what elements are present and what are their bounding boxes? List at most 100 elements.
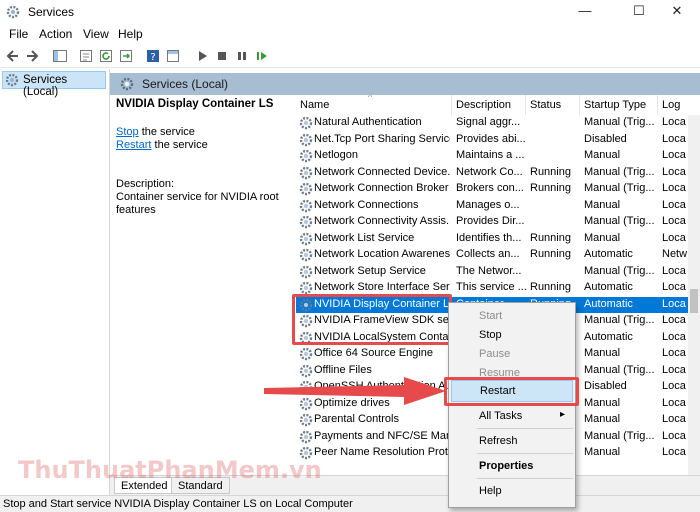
service-startup-cell: Manual (Trig... xyxy=(584,182,655,194)
service-name-cell: Parental Controls xyxy=(314,413,399,425)
context-menu-properties[interactable]: Properties xyxy=(451,456,573,478)
vertical-scrollbar[interactable] xyxy=(688,115,700,475)
column-header-description[interactable]: Description xyxy=(452,95,526,115)
menu-separator xyxy=(477,478,573,479)
stop-line: Stop the service xyxy=(116,126,195,138)
service-startup-cell: Manual (Trig... xyxy=(584,264,655,277)
scrollbar-thumb[interactable] xyxy=(690,289,698,313)
stop-service-link[interactable]: Stop xyxy=(116,126,139,138)
service-startup-cell: Manual xyxy=(584,149,621,161)
service-gear-icon xyxy=(299,215,313,229)
menu-separator xyxy=(477,453,573,454)
properties-icon[interactable] xyxy=(78,48,94,64)
submenu-arrow-icon: ▸ xyxy=(559,409,565,420)
service-name-cell: Network Location Awareness xyxy=(314,248,450,260)
service-gear-icon xyxy=(299,116,313,130)
service-row[interactable]: Network Connected Device... Network Co...… xyxy=(296,165,688,182)
start-service-icon[interactable] xyxy=(194,48,210,64)
service-startup-cell: Manual xyxy=(584,446,621,458)
restart-service-icon[interactable] xyxy=(254,48,270,64)
service-name-cell: Network List Service xyxy=(314,231,415,244)
service-name-cell: Offline Files xyxy=(314,363,372,376)
service-name-cell: Network Connectivity Assis... xyxy=(314,215,450,227)
refresh-icon[interactable] xyxy=(98,48,114,64)
context-menu-help[interactable]: Help xyxy=(451,481,573,503)
close-button[interactable]: ✕ xyxy=(654,0,700,24)
selected-service-name: NVIDIA Display Container LS xyxy=(116,98,274,110)
service-row[interactable]: Net.Tcp Port Sharing Service Provides abi… xyxy=(296,132,688,149)
description-text-line-2: features xyxy=(116,204,156,216)
status-text: Stop and Start service NVIDIA Display Co… xyxy=(3,498,353,510)
service-row[interactable]: Network List Service Identifies th... Runn… xyxy=(296,231,688,248)
context-menu-refresh[interactable]: Refresh xyxy=(451,431,573,453)
menu-action[interactable]: Action xyxy=(39,27,72,41)
service-gear-icon xyxy=(299,413,313,427)
main-pane: Services (Local) NVIDIA Display Containe… xyxy=(110,69,700,495)
window-title: Services xyxy=(28,5,75,19)
nvidia-services-highlight xyxy=(292,294,452,345)
service-status-cell: Running xyxy=(530,182,571,194)
service-desc-cell: Manages o... xyxy=(456,198,520,211)
status-bar: Stop and Start service NVIDIA Display Co… xyxy=(0,495,700,512)
menu-file[interactable]: File xyxy=(9,27,28,41)
service-row[interactable]: Network Connectivity Assis... Provides Di… xyxy=(296,214,688,231)
restart-highlight xyxy=(444,377,579,406)
services-gear-icon xyxy=(6,5,20,19)
service-startup-cell: Manual xyxy=(584,198,621,211)
service-gear-icon xyxy=(299,232,313,246)
stop-service-icon[interactable] xyxy=(214,48,230,64)
service-startup-cell: Manual xyxy=(584,413,621,425)
service-gear-icon xyxy=(299,430,313,444)
column-header-name[interactable]: ^ Name xyxy=(296,95,452,115)
service-desc-cell: Network Co... xyxy=(456,165,523,178)
view-icon[interactable] xyxy=(165,48,181,64)
service-gear-icon xyxy=(299,248,313,262)
menu-view[interactable]: View xyxy=(83,27,109,41)
service-row[interactable]: Network Location Awareness Collects an...… xyxy=(296,247,688,264)
context-menu-all-tasks[interactable]: All Tasks ▸ xyxy=(451,406,573,428)
sort-ascending-icon: ^ xyxy=(368,95,373,102)
show-hide-tree-icon[interactable] xyxy=(52,48,68,64)
column-header-startup-type[interactable]: Startup Type xyxy=(580,95,658,115)
restart-service-link[interactable]: Restart xyxy=(116,139,151,151)
service-startup-cell: Manual (Trig... xyxy=(584,363,655,376)
column-header-status[interactable]: Status xyxy=(526,95,580,115)
service-name-cell: Network Connected Device... xyxy=(314,165,450,178)
service-status-cell: Running xyxy=(530,165,571,178)
service-desc-cell: Brokers con... xyxy=(456,182,524,194)
service-name-cell: Network Connection Broker xyxy=(314,182,449,194)
column-header-label: Name xyxy=(300,99,330,111)
all-tasks-label: All Tasks xyxy=(479,410,523,422)
service-status-cell: Running xyxy=(530,248,571,260)
service-startup-cell: Automatic xyxy=(584,330,633,343)
service-name-cell: Office 64 Source Engine xyxy=(314,347,434,359)
service-name-cell: Payments and NFC/SE Man... xyxy=(314,429,450,442)
service-row[interactable]: Network Connection Broker Brokers con... R… xyxy=(296,181,688,198)
service-desc-cell: This service ... xyxy=(456,281,526,293)
back-arrow-icon[interactable] xyxy=(5,48,21,64)
pointer-arrow-icon xyxy=(264,377,446,405)
export-list-icon[interactable] xyxy=(118,48,134,64)
service-startup-cell: Automatic xyxy=(584,281,633,293)
services-gear-icon xyxy=(5,73,19,87)
tree-item-services-local[interactable]: Services (Local) xyxy=(2,71,106,98)
service-row[interactable]: Network Setup Service The Networ... Manual… xyxy=(296,264,688,281)
help-icon[interactable]: ? xyxy=(145,48,161,64)
service-desc-cell: Maintains a ... xyxy=(456,149,525,161)
menu-help[interactable]: Help xyxy=(118,27,143,41)
service-row[interactable]: Netlogon Maintains a ... Manual Loca xyxy=(296,148,688,165)
service-row[interactable]: Natural Authentication Signal aggr... Manu… xyxy=(296,115,688,132)
service-status-cell: Running xyxy=(530,231,571,244)
service-desc-cell: Identifies th... xyxy=(456,231,522,244)
main-header: Services (Local) xyxy=(110,73,700,95)
service-row[interactable]: Network Connections Manages o... Manual Loc… xyxy=(296,198,688,215)
service-name-cell: Network Setup Service xyxy=(314,264,426,277)
service-desc-cell: Provides abi... xyxy=(456,132,526,145)
pause-service-icon[interactable] xyxy=(234,48,250,64)
service-name-cell: Natural Authentication xyxy=(314,116,422,128)
main-header-title: Services (Local) xyxy=(142,77,229,91)
minimize-button[interactable]: — xyxy=(562,0,608,24)
forward-arrow-icon[interactable] xyxy=(24,48,40,64)
service-desc-cell: The Networ... xyxy=(456,264,522,277)
column-header-log-on-as[interactable]: Log xyxy=(658,95,700,115)
